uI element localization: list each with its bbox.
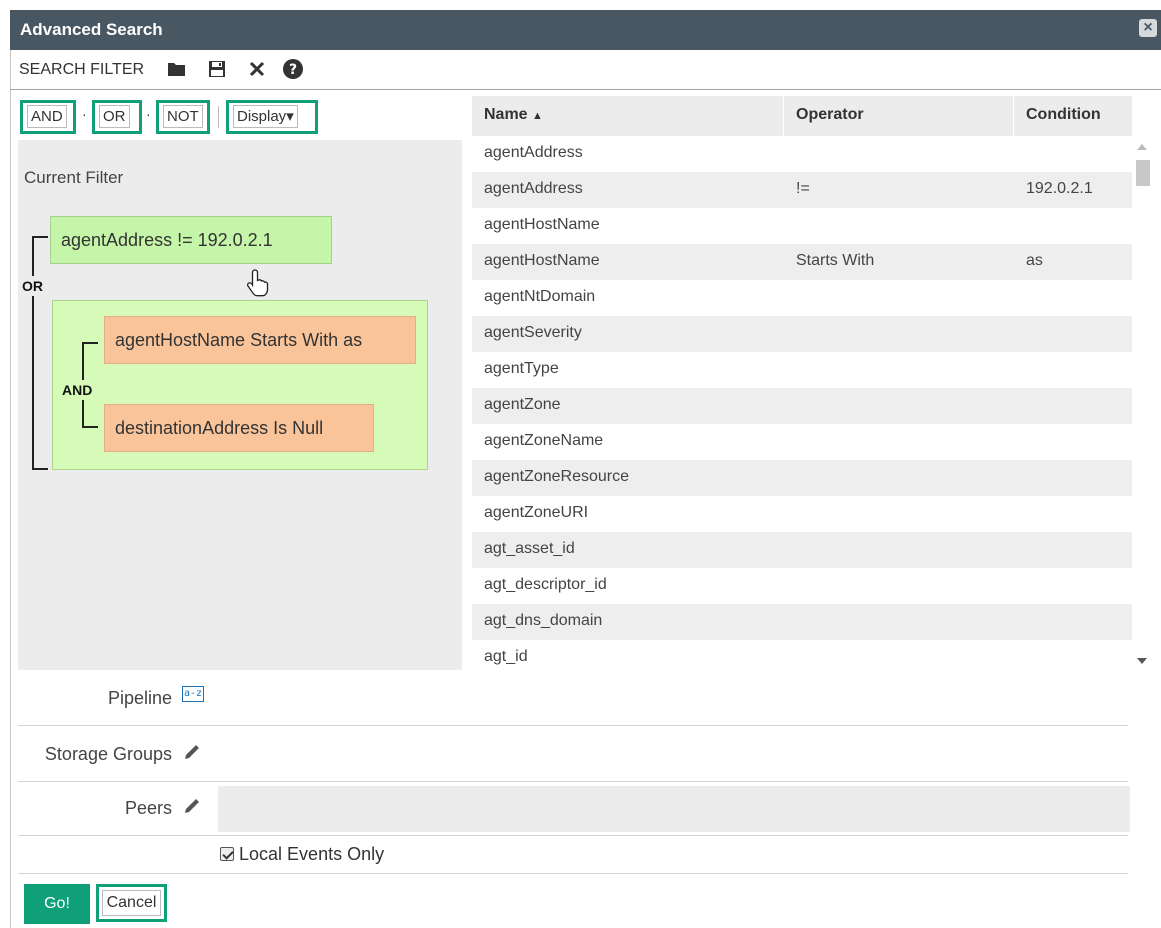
cell-name: agentHostName: [484, 252, 600, 269]
storage-groups-label: Storage Groups: [44, 744, 172, 764]
peers-input[interactable]: [218, 786, 1130, 832]
tree-connector: [82, 342, 98, 344]
close-icon[interactable]: ×: [1139, 19, 1157, 37]
help-icon[interactable]: ?: [282, 58, 304, 80]
cell-operator: !=: [796, 180, 810, 197]
column-operator-header[interactable]: Operator: [784, 96, 1014, 136]
tree-connector: [82, 426, 98, 428]
filter-node[interactable]: agentHostName Starts With as: [104, 316, 416, 364]
table-row[interactable]: agentSeverity: [472, 316, 1132, 352]
local-events-checkbox[interactable]: [220, 847, 234, 861]
cell-name: agentZoneResource: [484, 468, 629, 485]
cell-condition: as: [1026, 252, 1043, 269]
table-body: agentAddress agentAddress != 192.0.2.1 agent…: [472, 136, 1132, 670]
or-operator-label: OR: [22, 276, 43, 296]
cell-condition: 192.0.2.1: [1026, 180, 1093, 197]
storage-groups-row: Storage Groups: [18, 726, 1128, 782]
svg-text:?: ?: [289, 62, 297, 78]
peers-label: Peers: [124, 798, 172, 818]
and-button[interactable]: AND: [20, 100, 76, 134]
local-events-row: Local Events Only: [18, 836, 1128, 874]
table-row[interactable]: agentType: [472, 352, 1132, 388]
table-row[interactable]: agentZoneResource: [472, 460, 1132, 496]
cell-name: agentZoneURI: [484, 504, 589, 521]
dialog-title: Advanced Search: [20, 20, 163, 39]
pipeline-label: Pipeline: [107, 688, 172, 708]
search-filter-toolbar: SEARCH FILTER ?: [10, 50, 1161, 90]
chevron-down-icon: ▾: [286, 108, 294, 125]
clear-icon[interactable]: [246, 58, 268, 80]
table-header: Name ▲ Operator Condition: [472, 96, 1132, 136]
filter-panel: AND · OR · NOT Display▾ Current Filter O…: [18, 96, 462, 670]
separator-dot: ·: [82, 106, 87, 122]
sort-az-icon[interactable]: a-z: [182, 686, 205, 702]
cell-name: agt_id: [484, 648, 528, 665]
local-events-label: Local Events Only: [239, 844, 385, 864]
dialog-titlebar: Advanced Search ×: [10, 10, 1161, 50]
tree-connector: [32, 236, 48, 238]
or-button[interactable]: OR: [92, 100, 142, 134]
not-button[interactable]: NOT: [156, 100, 210, 134]
separator-dot: ·: [146, 106, 151, 122]
local-events-option[interactable]: Local Events Only: [220, 844, 384, 865]
folder-open-icon[interactable]: [166, 58, 188, 80]
fields-table: Name ▲ Operator Condition agentAddress ag…: [472, 96, 1161, 670]
table-row[interactable]: agentHostName: [472, 208, 1132, 244]
column-condition-header[interactable]: Condition: [1014, 96, 1132, 136]
table-scrollbar[interactable]: [1133, 136, 1151, 670]
scroll-down-icon[interactable]: [1137, 658, 1147, 664]
operator-bar: AND · OR · NOT Display▾: [18, 96, 462, 140]
cell-name: agentAddress: [484, 180, 583, 197]
go-button[interactable]: Go!: [24, 884, 90, 924]
cell-name: agentHostName: [484, 216, 600, 233]
table-row[interactable]: agt_asset_id: [472, 532, 1132, 568]
pencil-icon[interactable]: [182, 796, 202, 821]
cell-name: agentZoneName: [484, 432, 604, 449]
sort-asc-icon: ▲: [532, 110, 543, 122]
tree-connector: [32, 468, 48, 470]
save-icon[interactable]: [206, 58, 228, 80]
cell-name: agentNtDomain: [484, 288, 596, 305]
cell-name: agentAddress: [484, 144, 583, 161]
filter-node[interactable]: destinationAddress Is Null: [104, 404, 374, 452]
table-row[interactable]: agt_id: [472, 640, 1132, 670]
divider: [218, 106, 219, 128]
cell-name: agt_descriptor_id: [484, 576, 607, 593]
table-row[interactable]: agentAddress: [472, 136, 1132, 172]
cell-name: agt_asset_id: [484, 540, 575, 557]
table-row[interactable]: agentZoneURI: [472, 496, 1132, 532]
search-filter-label: SEARCH FILTER: [19, 61, 145, 78]
cell-operator: Starts With: [796, 252, 875, 269]
table-row[interactable]: agentNtDomain: [472, 280, 1132, 316]
table-row[interactable]: agentHostName Starts With as: [472, 244, 1132, 280]
scrollbar-thumb[interactable]: [1136, 160, 1150, 186]
scroll-up-icon[interactable]: [1137, 144, 1147, 150]
table-row[interactable]: agt_dns_domain: [472, 604, 1132, 640]
cell-name: agentZone: [484, 396, 561, 413]
cell-name: agt_dns_domain: [484, 612, 603, 629]
tree-connector: [32, 236, 34, 470]
cancel-button[interactable]: Cancel: [96, 884, 167, 922]
peers-row: Peers: [18, 782, 1130, 836]
hand-pointer-icon: [246, 269, 269, 297]
table-row[interactable]: agentZone: [472, 388, 1132, 424]
pipeline-row: Pipeline a-z: [18, 670, 1128, 726]
cell-name: agentType: [484, 360, 559, 377]
table-row[interactable]: agt_descriptor_id: [472, 568, 1132, 604]
current-filter-heading: Current Filter: [24, 168, 124, 187]
filter-node[interactable]: agentAddress != 192.0.2.1: [50, 216, 332, 264]
display-dropdown[interactable]: Display▾: [226, 100, 318, 134]
cell-name: agentSeverity: [484, 324, 582, 341]
table-row[interactable]: agentAddress != 192.0.2.1: [472, 172, 1132, 208]
and-operator-label: AND: [62, 380, 93, 400]
pencil-icon[interactable]: [182, 742, 202, 767]
table-row[interactable]: agentZoneName: [472, 424, 1132, 460]
column-name-header[interactable]: Name ▲: [472, 96, 784, 136]
